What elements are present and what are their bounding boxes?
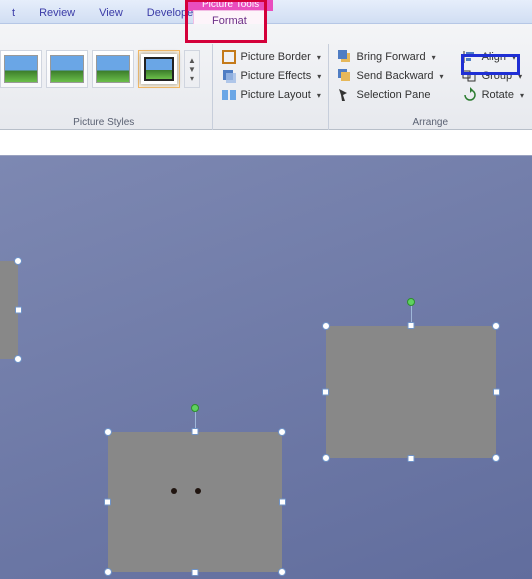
resize-handle[interactable] xyxy=(192,428,199,435)
cmd-label: Align xyxy=(482,51,506,63)
resize-handle[interactable] xyxy=(278,428,286,436)
selection-pane-button[interactable]: Selection Pane xyxy=(333,86,448,104)
resize-handle[interactable] xyxy=(14,257,22,265)
picture-image xyxy=(326,326,496,458)
chevron-down-icon: ▼ xyxy=(188,65,196,74)
resize-handle[interactable] xyxy=(492,454,500,462)
chevron-down-icon: ▾ xyxy=(432,53,436,62)
chevron-down-icon: ▾ xyxy=(440,72,444,81)
picture-image xyxy=(108,432,282,572)
resize-handle[interactable] xyxy=(104,428,112,436)
picture-layout-icon xyxy=(221,87,237,103)
rotate-handle[interactable] xyxy=(191,404,199,412)
cmd-label: Picture Effects xyxy=(241,70,312,82)
resize-handle[interactable] xyxy=(492,322,500,330)
selection-pane-icon xyxy=(337,87,353,103)
cmd-label: Picture Layout xyxy=(241,89,311,101)
chevron-up-icon: ▲ xyxy=(188,56,196,65)
picture-style-gallery: ▲ ▼ ▾ xyxy=(0,46,200,88)
group-label-empty xyxy=(217,127,324,130)
chevron-down-icon: ▾ xyxy=(317,91,321,100)
chevron-down-icon: ▾ xyxy=(512,53,516,62)
chevron-down-icon: ▾ xyxy=(518,72,522,81)
align-icon xyxy=(462,49,478,65)
ribbon: ▲ ▼ ▾ Picture Styles Picture Border ▾ Pi… xyxy=(0,24,532,130)
cmd-label: Selection Pane xyxy=(357,89,431,101)
resize-handle[interactable] xyxy=(104,499,111,506)
resize-handle[interactable] xyxy=(279,499,286,506)
group-label: Picture Styles xyxy=(0,116,208,130)
tab-t[interactable]: t xyxy=(0,3,27,23)
tab-view[interactable]: View xyxy=(87,3,135,23)
tab-review[interactable]: Review xyxy=(27,3,87,23)
rotate-handle[interactable] xyxy=(407,298,415,306)
cmd-label: Group xyxy=(482,70,513,82)
cmd-label: Picture Border xyxy=(241,51,311,63)
resize-handle[interactable] xyxy=(322,322,330,330)
bring-forward-button[interactable]: Bring Forward ▾ xyxy=(333,48,448,66)
bring-forward-icon xyxy=(337,49,353,65)
resize-handle[interactable] xyxy=(493,389,500,396)
chevron-down-icon: ▾ xyxy=(317,53,321,62)
selected-picture-koala[interactable] xyxy=(108,432,282,572)
group-arrange: Bring Forward ▾ Send Backward ▾ Selectio… xyxy=(329,44,532,130)
send-backward-icon xyxy=(337,68,353,84)
picture-style-thumb[interactable] xyxy=(46,50,88,88)
group-label: Arrange xyxy=(333,116,529,130)
send-backward-button[interactable]: Send Backward ▾ xyxy=(333,67,448,85)
chevron-down-icon: ▾ xyxy=(317,72,321,81)
cmd-label: Rotate xyxy=(482,89,514,101)
tab-strip: t Review View Developer Picture Tools Fo… xyxy=(0,0,532,24)
picture-border-icon xyxy=(221,49,237,65)
picture-style-thumb-selected[interactable] xyxy=(138,50,180,88)
slide-canvas[interactable] xyxy=(0,155,532,579)
group-picture-adjust: Picture Border ▾ Picture Effects ▾ Pictu… xyxy=(213,44,329,130)
rotate-button[interactable]: Rotate ▾ xyxy=(458,86,528,104)
chevron-down-icon: ▾ xyxy=(520,91,524,100)
chevron-down-icon: ▾ xyxy=(190,74,194,83)
group-button[interactable]: Group ▾ xyxy=(458,67,528,85)
resize-handle[interactable] xyxy=(408,322,415,329)
resize-handle[interactable] xyxy=(322,454,330,462)
picture-style-thumb[interactable] xyxy=(92,50,134,88)
resize-handle[interactable] xyxy=(14,355,22,363)
rotate-icon xyxy=(462,87,478,103)
resize-handle[interactable] xyxy=(104,568,112,576)
cmd-label: Bring Forward xyxy=(357,51,426,63)
resize-handle[interactable] xyxy=(408,455,415,462)
selected-picture-dahlia[interactable] xyxy=(326,326,496,458)
cmd-label: Send Backward xyxy=(357,70,434,82)
picture-effects-icon xyxy=(221,68,237,84)
align-button[interactable]: Align ▾ xyxy=(458,48,528,66)
resize-handle[interactable] xyxy=(15,307,22,314)
gallery-more-button[interactable]: ▲ ▼ ▾ xyxy=(184,50,200,88)
picture-layout-button[interactable]: Picture Layout ▾ xyxy=(217,86,326,104)
group-picture-styles: ▲ ▼ ▾ Picture Styles xyxy=(0,44,213,130)
picture-border-button[interactable]: Picture Border ▾ xyxy=(217,48,326,66)
resize-handle[interactable] xyxy=(322,389,329,396)
group-icon xyxy=(462,68,478,84)
resize-handle[interactable] xyxy=(192,569,199,576)
selected-picture-tulip[interactable] xyxy=(0,261,18,359)
picture-style-thumb[interactable] xyxy=(0,50,42,88)
resize-handle[interactable] xyxy=(278,568,286,576)
picture-effects-button[interactable]: Picture Effects ▾ xyxy=(217,67,326,85)
